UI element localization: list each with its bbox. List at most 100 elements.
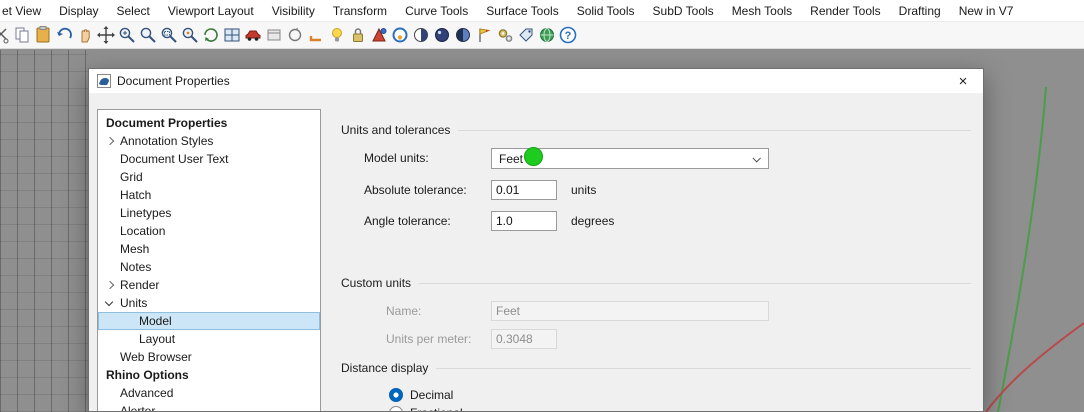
toolbar-button-move[interactable] [95, 24, 116, 46]
units-panel: Units and tolerances Model units: Feet A… [341, 93, 971, 411]
cone-icon [371, 27, 386, 42]
tree-item[interactable]: Document Properties [98, 114, 320, 132]
toolbar-button-cone[interactable] [368, 24, 389, 46]
toolbar-button-help[interactable]: ? [557, 24, 578, 46]
tree-item[interactable]: Linetypes [98, 204, 320, 222]
toolbar-button-sphere-shaded[interactable] [452, 24, 473, 46]
distance-display-options: DecimalFractional [389, 386, 463, 411]
toolbar-button-sphere-ring[interactable] [389, 24, 410, 46]
toolbar-button-corner[interactable] [305, 24, 326, 46]
tree-item[interactable]: Alerter [98, 402, 320, 411]
toolbar-button-tag[interactable] [515, 24, 536, 46]
tree-item[interactable]: Model [98, 312, 320, 330]
toolbar-button-lock[interactable] [347, 24, 368, 46]
toolbar-button-zoom[interactable] [116, 24, 137, 46]
menu-item[interactable]: Transform [324, 0, 396, 21]
sphere-half-icon [413, 28, 428, 42]
toolbar-button-sphere-half[interactable] [410, 24, 431, 46]
menu-item[interactable]: Render Tools [801, 0, 890, 21]
zoom-selected-icon [182, 27, 198, 43]
viewport-layout-icon [224, 28, 239, 42]
toolbar: ? [0, 22, 1084, 49]
dialog-titlebar[interactable]: Document Properties × [89, 69, 983, 93]
tree-item[interactable]: Hatch [98, 186, 320, 204]
pan-hand-icon [81, 29, 90, 43]
sphere-ring-icon [392, 27, 407, 43]
zoom-dynamic-icon [140, 27, 156, 43]
menu-item[interactable]: SubD Tools [644, 0, 723, 21]
toolbar-button-rotate-view[interactable] [200, 24, 221, 46]
tree-item[interactable]: Layout [98, 330, 320, 348]
menu-item[interactable]: Drafting [890, 0, 950, 21]
toolbar-button-pan[interactable] [74, 24, 95, 46]
toolbar-button-flag[interactable] [473, 24, 494, 46]
menu-bar: et View Display Select Viewport Layout Visib… [0, 0, 1084, 22]
click-indicator-dot [524, 147, 543, 166]
absolute-tolerance-label: Absolute tolerance: [364, 183, 467, 197]
close-button[interactable]: × [947, 69, 979, 93]
radio-icon [389, 406, 403, 411]
toolbar-button-viewport-layout[interactable] [221, 24, 242, 46]
toolbar-button-zoom-selected[interactable] [179, 24, 200, 46]
rhino-app-window: et View Display Select Viewport Layout Visib… [0, 0, 1084, 412]
tree-item[interactable]: Rhino Options [98, 366, 320, 384]
tag-icon [518, 28, 532, 42]
scissors-icon [0, 28, 8, 44]
lock-icon [352, 28, 363, 42]
toolbar-button-car[interactable] [242, 24, 263, 46]
sphere-shaded-icon [455, 28, 470, 42]
tree-item[interactable]: Annotation Styles [98, 132, 320, 150]
toolbar-button-globe[interactable] [536, 24, 557, 46]
model-units-label: Model units: [364, 151, 429, 165]
tree-item[interactable]: Location [98, 222, 320, 240]
angle-tolerance-input[interactable] [491, 211, 557, 231]
car-icon [245, 30, 260, 41]
menu-item[interactable]: New in V7 [950, 0, 1023, 21]
menu-item[interactable]: Mesh Tools [723, 0, 801, 21]
toolbar-button-zoom-dynamic[interactable] [137, 24, 158, 46]
toolbar-button-panel[interactable] [263, 24, 284, 46]
toolbar-button-sphere-dark[interactable] [431, 24, 452, 46]
toolbar-button-gears[interactable] [494, 24, 515, 46]
distance-display-option[interactable]: Fractional [389, 404, 463, 411]
toolbar-button-undo[interactable] [53, 24, 74, 46]
menu-item[interactable]: Solid Tools [568, 0, 644, 21]
tree-item[interactable]: Grid [98, 168, 320, 186]
toolbar-button-paste[interactable] [32, 24, 53, 46]
absolute-tolerance-input[interactable] [491, 180, 557, 200]
toolbar-button-zoom-window[interactable] [158, 24, 179, 46]
menu-item[interactable]: Surface Tools [477, 0, 568, 21]
angle-tolerance-unit: degrees [571, 214, 615, 228]
menu-item[interactable]: Display [50, 0, 107, 21]
menu-item[interactable]: et View [0, 0, 50, 21]
tree-item[interactable]: Advanced [98, 384, 320, 402]
distance-display-group-title: Distance display [341, 361, 971, 375]
zoom-icon [119, 27, 135, 43]
copy-icon [15, 27, 28, 43]
menu-item[interactable]: Curve Tools [396, 0, 477, 21]
panel-icon [267, 29, 280, 41]
tree-item[interactable]: Render [98, 276, 320, 294]
settings-tree: Document Properties Annotation Styles Docu… [97, 109, 321, 411]
viewport-axes [985, 86, 1084, 412]
toolbar-button-lightbulb[interactable] [326, 24, 347, 46]
zoom-window-icon [161, 27, 177, 43]
tree-item[interactable]: Document User Text [98, 150, 320, 168]
menu-item[interactable]: Viewport Layout [159, 0, 263, 21]
lightbulb-icon [331, 28, 342, 42]
viewport-grid [0, 50, 88, 412]
distance-display-option[interactable]: Decimal [389, 386, 463, 404]
menu-item[interactable]: Select [108, 0, 159, 21]
svg-text:?: ? [564, 30, 571, 42]
toolbar-button-cut[interactable] [0, 24, 11, 46]
menu-item[interactable]: Visibility [263, 0, 324, 21]
tree-item[interactable]: Notes [98, 258, 320, 276]
paste-icon [36, 26, 49, 43]
tree-item[interactable]: Units [98, 294, 320, 312]
tree-item[interactable]: Mesh [98, 240, 320, 258]
toolbar-button-circle-arrow[interactable] [284, 24, 305, 46]
tree-item[interactable]: Web Browser [98, 348, 320, 366]
units-tolerances-group-title: Units and tolerances [341, 123, 971, 137]
toolbar-button-copy[interactable] [11, 24, 32, 46]
corner-icon [309, 36, 321, 42]
